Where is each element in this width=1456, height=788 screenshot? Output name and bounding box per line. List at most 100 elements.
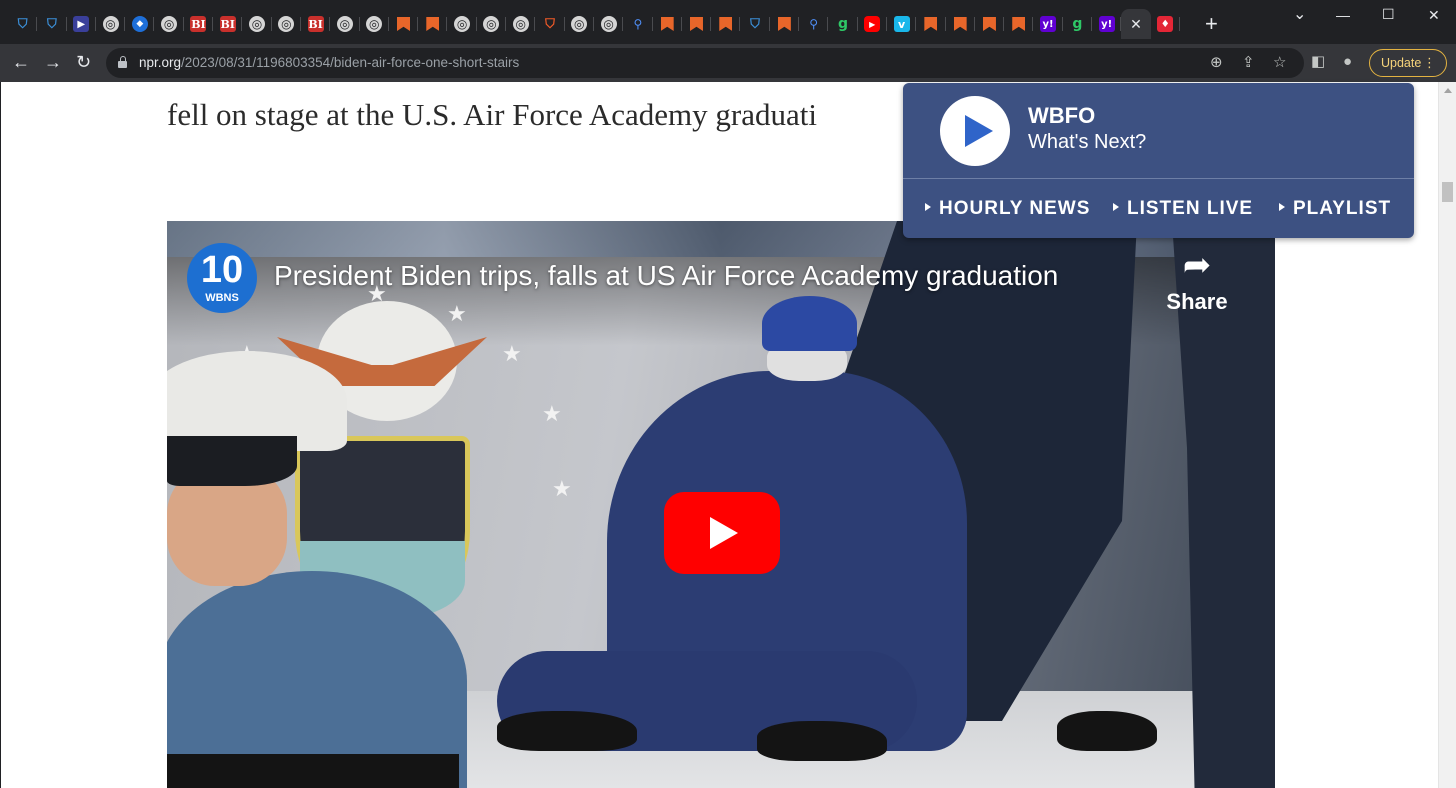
browser-tab[interactable]: g <box>1063 9 1093 39</box>
globe-icon: ◎ <box>483 16 500 32</box>
browser-tab[interactable]: ◎ <box>565 9 595 39</box>
radio-player-widget: WBFO What's Next? HOURLY NEWS LISTEN LIV… <box>903 83 1414 238</box>
video-scene-shoe <box>757 721 887 761</box>
listen-live-link[interactable]: LISTEN LIVE <box>1113 198 1253 220</box>
browser-tab[interactable]: ◎ <box>360 9 390 39</box>
share-button[interactable]: ➦ Share <box>1162 245 1232 315</box>
youtube-icon: ▶ <box>864 16 881 32</box>
url-text[interactable]: npr.org/2023/08/31/1196803354/biden-air-… <box>139 55 519 70</box>
video-title[interactable]: President Biden trips, falls at US Air F… <box>274 260 1058 292</box>
reload-button[interactable]: ↻ <box>76 52 91 72</box>
new-tab-button[interactable]: + <box>1205 13 1218 35</box>
bookmark-icon <box>659 16 675 32</box>
browser-tab[interactable]: ◎ <box>477 9 507 39</box>
tab-strip: ⛉ ⛉ ▶ ◎ ◆ ◎ BI BI ◎ ◎ BI ◎ ◎ ◎ ◎ ◎ ⛉ ◎ ◎ ⚲ ⛉ ⚲ g ▶ v y! g y! ✕ ♦ + ⌄ … <box>0 0 1456 44</box>
channel-callsign: WBNS <box>205 292 239 304</box>
browser-tab[interactable] <box>653 9 683 39</box>
browser-tab[interactable] <box>770 9 800 39</box>
minimize-button[interactable]: — <box>1336 7 1350 23</box>
bookmark-star-icon[interactable]: ☆ <box>1273 55 1286 71</box>
tab-search-chevron-icon[interactable]: ⌄ <box>1293 4 1306 24</box>
browser-tab[interactable] <box>711 9 741 39</box>
browser-tab[interactable] <box>389 9 419 39</box>
browser-tab[interactable]: y! <box>1033 9 1063 39</box>
browser-tab[interactable]: ◆ <box>125 9 155 39</box>
browser-toolbar: ← → ↻ npr.org/2023/08/31/1196803354/bide… <box>0 44 1456 82</box>
browser-tab[interactable]: ♦ <box>1151 9 1181 39</box>
window-close-button[interactable]: ✕ <box>1428 7 1440 24</box>
browser-tab[interactable]: ⛉ <box>535 9 565 39</box>
tab-list: ⛉ ⛉ ▶ ◎ ◆ ◎ BI BI ◎ ◎ BI ◎ ◎ ◎ ◎ ◎ ⛉ ◎ ◎ ⚲ ⛉ ⚲ g ▶ v y! g y! ✕ ♦ <box>8 9 1181 39</box>
browser-tab[interactable]: ◎ <box>447 9 478 39</box>
bi-icon: BI <box>190 16 207 32</box>
browser-tab[interactable]: ⛉ <box>740 9 771 39</box>
radio-play-button[interactable] <box>940 96 1010 166</box>
browser-tab[interactable]: ◎ <box>506 9 536 39</box>
browser-tab[interactable] <box>418 9 448 39</box>
browser-tab[interactable]: ◎ <box>96 9 126 39</box>
bookmark-icon <box>396 16 412 32</box>
globe-icon: ◎ <box>366 16 383 32</box>
scroll-up-arrow-icon[interactable] <box>1444 88 1452 93</box>
side-panel-icon[interactable]: ◧ <box>1311 54 1325 70</box>
browser-tab[interactable]: ⛉ <box>8 9 38 39</box>
globe-icon: ◎ <box>600 16 617 32</box>
browser-tab[interactable]: ▶ <box>858 9 888 39</box>
youtube-play-button[interactable] <box>664 492 780 574</box>
bookmark-icon <box>923 16 939 32</box>
arrow-tag-icon: ▶ <box>73 16 90 32</box>
playlist-label: PLAYLIST <box>1293 198 1392 219</box>
listen-live-label: LISTEN LIVE <box>1127 198 1254 219</box>
browser-tab[interactable]: BI <box>301 9 331 39</box>
browser-tab[interactable]: ⛉ <box>37 9 67 39</box>
back-button[interactable]: ← <box>12 52 30 72</box>
playlist-link[interactable]: PLAYLIST <box>1279 198 1391 220</box>
browser-tab[interactable]: ⚲ <box>623 9 653 39</box>
maximize-button[interactable]: ☐ <box>1382 6 1395 23</box>
profile-avatar-icon[interactable]: ● <box>1343 54 1352 70</box>
update-button[interactable]: Update ⋮ <box>1369 49 1447 77</box>
yahoo-icon: y! <box>1040 16 1057 32</box>
page-scrollbar[interactable] <box>1438 82 1456 788</box>
browser-tab[interactable]: ▶ <box>67 9 97 39</box>
pin-icon: ♦ <box>1157 16 1174 32</box>
share-icon[interactable]: ⇪ <box>1242 55 1255 71</box>
browser-tab[interactable]: y! <box>1092 9 1122 39</box>
grammarly-icon: g <box>1072 16 1083 32</box>
browser-tab[interactable]: ◎ <box>242 9 272 39</box>
forward-button[interactable]: → <box>44 52 62 72</box>
browser-tab[interactable]: ◎ <box>272 9 302 39</box>
browser-tab[interactable]: ◎ <box>594 9 624 39</box>
browser-tab[interactable]: BI <box>213 9 243 39</box>
zoom-icon[interactable]: ⊕ <box>1210 55 1223 71</box>
channel-logo[interactable]: 10 WBNS <box>187 243 257 313</box>
globe-icon: ◎ <box>249 16 266 32</box>
browser-tab[interactable]: BI <box>184 9 214 39</box>
play-triangle-icon <box>925 202 931 211</box>
bookmark-icon <box>1011 16 1027 32</box>
browser-tab[interactable] <box>946 9 976 39</box>
hourly-news-label: HOURLY NEWS <box>939 198 1091 219</box>
browser-tab[interactable]: v <box>887 9 917 39</box>
browser-tab[interactable]: ✕ <box>1121 9 1151 39</box>
browser-tab[interactable]: ⚲ <box>799 9 829 39</box>
update-label: Update <box>1381 56 1422 70</box>
close-icon[interactable]: ✕ <box>1130 16 1142 33</box>
browser-tab[interactable]: ◎ <box>154 9 185 39</box>
address-bar[interactable]: npr.org/2023/08/31/1196803354/biden-air-… <box>106 48 1304 78</box>
browser-tab[interactable]: g <box>828 9 858 39</box>
video-player[interactable]: ★ ★ ★ ★ ★ ★ 10 WBNS President Biden trip… <box>167 221 1275 788</box>
menu-kebab-icon[interactable]: ⋮ <box>1423 55 1436 71</box>
bookmark-icon <box>688 16 704 32</box>
scroll-thumb[interactable] <box>1442 182 1453 202</box>
browser-tab[interactable] <box>682 9 712 39</box>
browser-tab[interactable] <box>975 9 1005 39</box>
browser-tab[interactable]: ◎ <box>330 9 360 39</box>
station-name: WBFO <box>1028 103 1096 128</box>
video-scene-shoe <box>1057 711 1157 751</box>
browser-tab[interactable] <box>1004 9 1034 39</box>
hourly-news-link[interactable]: HOURLY NEWS <box>925 198 1090 220</box>
lock-icon[interactable] <box>118 56 127 68</box>
browser-tab[interactable] <box>916 9 946 39</box>
globe-icon: ◎ <box>161 16 178 32</box>
